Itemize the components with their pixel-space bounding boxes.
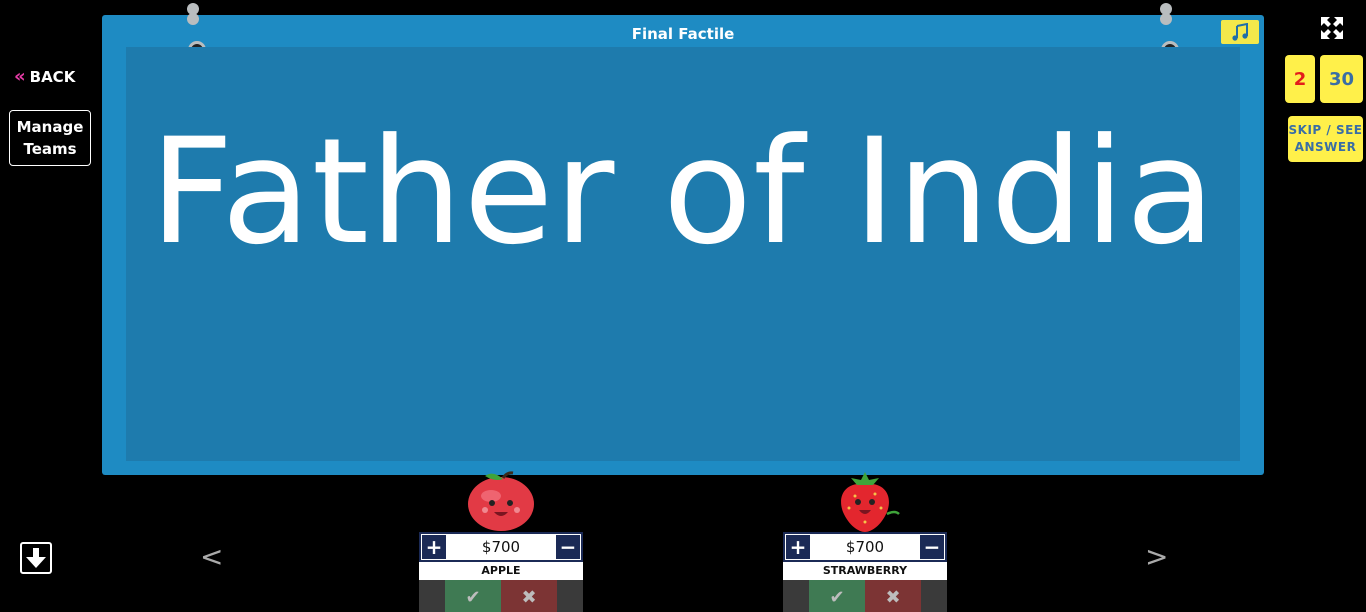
clue-text: Father of India xyxy=(149,107,1217,277)
check-icon: ✔ xyxy=(829,586,845,608)
clue-card: Father of India xyxy=(126,47,1240,461)
music-button[interactable] xyxy=(1221,20,1259,44)
check-icon: ✔ xyxy=(465,586,481,608)
clue-board: Final Factile Father of India xyxy=(102,3,1264,475)
judge-row: ✔ ✖ xyxy=(419,580,583,612)
scroll-down-button[interactable] xyxy=(20,542,52,574)
prev-team-arrow[interactable]: < xyxy=(200,540,223,573)
board-title: Final Factile xyxy=(631,25,735,43)
timer-counter: 30 xyxy=(1320,55,1363,103)
double-chevron-left-icon: « xyxy=(14,66,26,87)
judge-row: ✔ ✖ xyxy=(783,580,947,612)
arrow-down-icon xyxy=(26,548,46,568)
team-score: $700 xyxy=(481,538,521,556)
subtract-points-button[interactable]: − xyxy=(920,535,944,559)
score-control: + $700 − xyxy=(419,532,583,562)
mark-correct-button[interactable]: ✔ xyxy=(445,580,501,612)
music-note-icon xyxy=(1232,23,1248,41)
score-control: + $700 − xyxy=(783,532,947,562)
mark-correct-button[interactable]: ✔ xyxy=(809,580,865,612)
apple-character-icon xyxy=(468,471,534,531)
close-icon: ✖ xyxy=(521,586,537,608)
add-points-button[interactable]: + xyxy=(422,535,446,559)
back-label: BACK xyxy=(29,68,76,86)
team-card-apple: + $700 − APPLE ✔ ✖ xyxy=(419,471,583,612)
subtract-points-button[interactable]: − xyxy=(556,535,580,559)
team-name: STRAWBERRY xyxy=(783,562,947,580)
mark-wrong-button[interactable]: ✖ xyxy=(865,580,921,612)
expand-arrows-icon xyxy=(1321,17,1343,39)
close-icon: ✖ xyxy=(885,586,901,608)
team-name: APPLE xyxy=(419,562,583,580)
fullscreen-button[interactable] xyxy=(1320,16,1344,40)
strawberry-character-icon xyxy=(841,472,900,532)
add-points-button[interactable]: + xyxy=(786,535,810,559)
skip-see-answer-button[interactable]: SKIP / SEE ANSWER xyxy=(1288,116,1363,162)
mark-wrong-button[interactable]: ✖ xyxy=(501,580,557,612)
manage-teams-button[interactable]: Manage Teams xyxy=(9,110,91,166)
back-link[interactable]: « BACK xyxy=(14,66,76,87)
next-team-arrow[interactable]: > xyxy=(1145,540,1168,573)
team-card-strawberry: + $700 − STRAWBERRY ✔ ✖ xyxy=(783,472,947,612)
team-score: $700 xyxy=(845,538,885,556)
question-counter: 2 xyxy=(1285,55,1315,103)
